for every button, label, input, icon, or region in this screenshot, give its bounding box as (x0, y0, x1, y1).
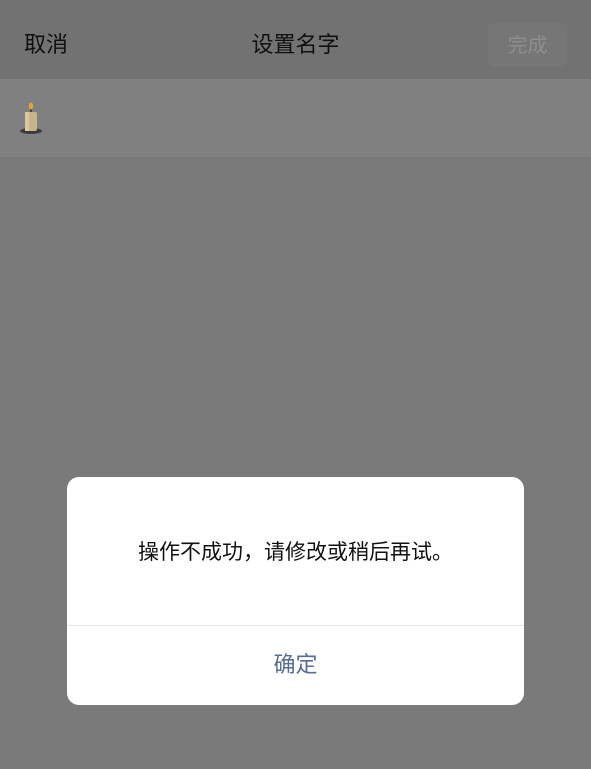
name-input-field[interactable] (0, 79, 591, 157)
done-button[interactable]: 完成 (488, 23, 567, 67)
alert-dialog: 操作不成功，请修改或稍后再试。 确定 (67, 477, 524, 705)
confirm-button[interactable]: 确定 (67, 626, 524, 705)
candle-icon (20, 102, 42, 134)
navigation-bar: 取消 设置名字 完成 (0, 0, 591, 79)
dialog-message: 操作不成功，请修改或稍后再试。 (138, 540, 453, 564)
